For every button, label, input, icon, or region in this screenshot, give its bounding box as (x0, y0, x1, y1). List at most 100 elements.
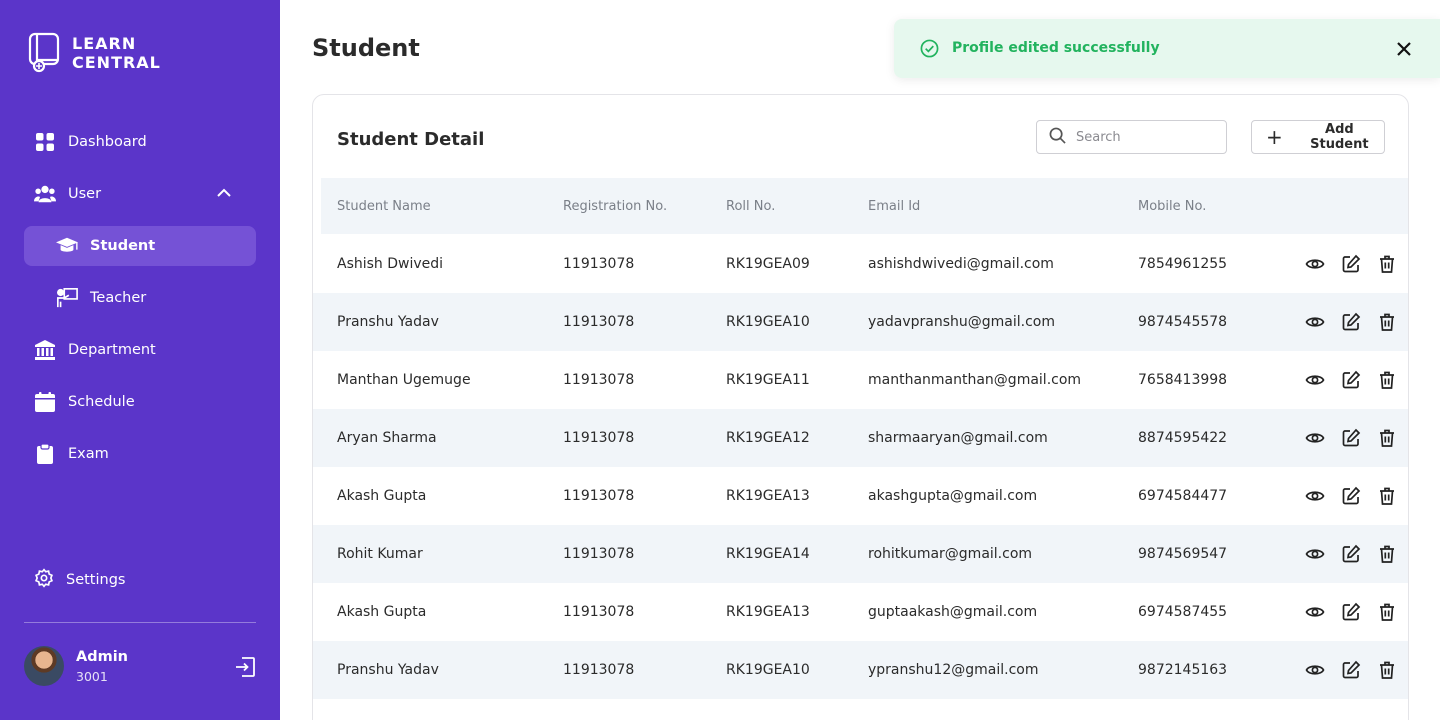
table-row[interactable]: Ashish Dwivedi 11913078 RK19GEA09 ashish… (313, 235, 1408, 293)
delete-icon[interactable] (1377, 544, 1397, 564)
delete-icon[interactable] (1377, 660, 1397, 680)
table-row[interactable]: Pranshu Yadav 11913078 RK19GEA10 yadavpr… (313, 293, 1408, 351)
student-detail-card: Student Detail + Add Student Student Nam… (312, 94, 1409, 720)
toast-message: Profile edited successfully (952, 40, 1160, 56)
delete-icon[interactable] (1377, 428, 1397, 448)
close-icon[interactable] (1396, 41, 1412, 61)
user-profile[interactable]: Admin 3001 (24, 646, 128, 686)
view-icon[interactable] (1305, 602, 1325, 622)
view-icon[interactable] (1305, 312, 1325, 332)
delete-icon[interactable] (1377, 254, 1397, 274)
sidebar-item-settings[interactable]: Settings (34, 568, 125, 592)
edit-icon[interactable] (1341, 312, 1361, 332)
sidebar-item-student[interactable]: Student (24, 226, 256, 266)
edit-icon[interactable] (1341, 428, 1361, 448)
column-header[interactable]: Email Id (868, 199, 920, 214)
delete-icon[interactable] (1377, 602, 1397, 622)
gear-icon (34, 568, 54, 592)
registration-no: 11913078 (563, 488, 635, 504)
sidebar-item-label: Teacher (90, 290, 147, 306)
profile-name: Admin (76, 648, 129, 665)
column-header[interactable]: Registration No. (563, 199, 667, 214)
sidebar-item-schedule[interactable]: Schedule (24, 382, 256, 422)
column-header[interactable]: Mobile No. (1138, 199, 1206, 214)
search-box[interactable] (1036, 120, 1227, 154)
users-icon (34, 183, 56, 205)
registration-no: 11913078 (563, 372, 635, 388)
edit-icon[interactable] (1341, 544, 1361, 564)
view-icon[interactable] (1305, 544, 1325, 564)
view-icon[interactable] (1305, 254, 1325, 274)
column-header[interactable]: Student Name (337, 199, 431, 214)
check-circle-icon (920, 39, 939, 62)
sidebar-item-label: Exam (68, 446, 109, 462)
sidebar-item-exam[interactable]: Exam (24, 434, 256, 474)
plus-icon: + (1266, 125, 1283, 149)
roll-no: RK19GEA13 (726, 488, 810, 504)
sidebar-nav: Dashboard User Student Teacher Departmen… (24, 122, 256, 486)
view-icon[interactable] (1305, 428, 1325, 448)
search-input[interactable] (1076, 129, 1216, 145)
calendar-icon (34, 391, 56, 413)
registration-no: 11913078 (563, 256, 635, 272)
page-title: Student (312, 34, 420, 62)
view-icon[interactable] (1305, 660, 1325, 680)
table-row[interactable]: Akash Gupta 11913078 RK19GEA13 akashgupt… (313, 467, 1408, 525)
delete-icon[interactable] (1377, 312, 1397, 332)
email-id: rohitkumar@gmail.com (868, 546, 1033, 562)
table-row[interactable]: Rohit Kumar 11913078 RK19GEA14 rohitkuma… (313, 525, 1408, 583)
email-id: akashgupta@gmail.com (868, 488, 1038, 504)
roll-no: RK19GEA09 (726, 256, 810, 272)
edit-icon[interactable] (1341, 254, 1361, 274)
student-name: Rohit Kumar (337, 546, 423, 562)
delete-icon[interactable] (1377, 486, 1397, 506)
email-id: sharmaaryan@gmail.com (868, 430, 1048, 446)
edit-icon[interactable] (1341, 486, 1361, 506)
roll-no: RK19GEA12 (726, 430, 810, 446)
sidebar-item-user[interactable]: User (24, 174, 256, 214)
sidebar-item-label: Department (68, 342, 156, 358)
sidebar-item-label: Student (90, 238, 156, 254)
card-title: Student Detail (337, 129, 485, 150)
student-name: Akash Gupta (337, 604, 427, 620)
settings-label: Settings (66, 572, 126, 588)
registration-no: 11913078 (563, 430, 635, 446)
registration-no: 11913078 (563, 314, 635, 330)
sidebar-item-teacher[interactable]: Teacher (24, 278, 256, 318)
table-row[interactable]: Akash Gupta 11913078 RK19GEA13 guptaakas… (313, 583, 1408, 641)
sidebar-item-label: Dashboard (68, 134, 147, 150)
column-header[interactable]: Roll No. (726, 199, 775, 214)
roll-no: RK19GEA13 (726, 604, 810, 620)
sidebar-item-department[interactable]: Department (24, 330, 256, 370)
graduation-cap-icon (56, 235, 78, 257)
email-id: ashishdwivedi@gmail.com (868, 256, 1054, 272)
app-logo[interactable]: LEARN CENTRAL (28, 32, 161, 74)
email-id: manthanmanthan@gmail.com (868, 372, 1082, 388)
success-toast: Profile edited successfully (894, 19, 1440, 78)
roll-no: RK19GEA10 (726, 662, 810, 678)
view-icon[interactable] (1305, 370, 1325, 390)
table-row[interactable]: Pranshu Yadav 11913078 RK19GEA10 ypransh… (313, 641, 1408, 699)
table-row[interactable]: Manthan Ugemuge 11913078 RK19GEA11 manth… (313, 351, 1408, 409)
logo-line1: LEARN (72, 34, 137, 53)
student-name: Ashish Dwivedi (337, 256, 444, 272)
table-header: Student Name Registration No. Roll No. E… (321, 178, 1408, 234)
roll-no: RK19GEA11 (726, 372, 810, 388)
sidebar-item-label: User (68, 186, 102, 202)
edit-icon[interactable] (1341, 602, 1361, 622)
sidebar-item-dashboard[interactable]: Dashboard (24, 122, 256, 162)
email-id: ypranshu12@gmail.com (868, 662, 1039, 678)
view-icon[interactable] (1305, 486, 1325, 506)
chevron-up-icon[interactable] (216, 185, 232, 205)
add-student-button[interactable]: + Add Student (1251, 120, 1385, 154)
mobile-no: 9872145163 (1138, 662, 1228, 678)
logout-icon[interactable] (234, 656, 256, 682)
edit-icon[interactable] (1341, 660, 1361, 680)
edit-icon[interactable] (1341, 370, 1361, 390)
roll-no: RK19GEA14 (726, 546, 810, 562)
delete-icon[interactable] (1377, 370, 1397, 390)
table-body: Ashish Dwivedi 11913078 RK19GEA09 ashish… (313, 235, 1408, 699)
table-row[interactable]: Aryan Sharma 11913078 RK19GEA12 sharmaar… (313, 409, 1408, 467)
mobile-no: 7854961255 (1138, 256, 1228, 272)
mobile-no: 7658413998 (1138, 372, 1228, 388)
